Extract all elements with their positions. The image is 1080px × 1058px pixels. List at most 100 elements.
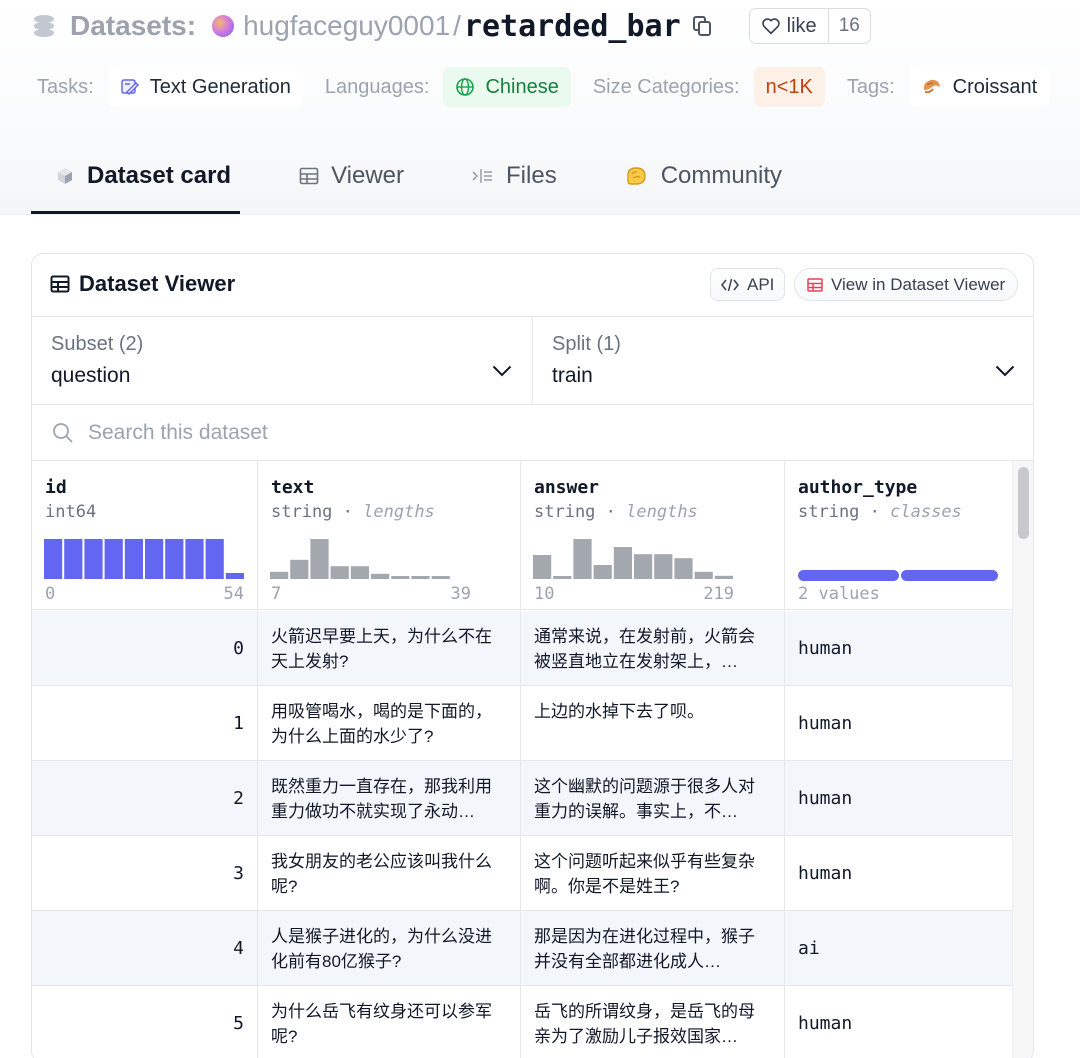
histogram-bar[interactable] [593, 565, 612, 579]
like-button[interactable]: like [750, 9, 828, 43]
tab-community[interactable]: Community [625, 150, 806, 202]
column-header-answer[interactable]: answer string · lengths 10 219 [521, 461, 785, 610]
histogram-bar[interactable] [145, 539, 164, 579]
subset-select[interactable]: Subset (2) question [32, 317, 532, 404]
copy-icon[interactable] [692, 16, 711, 36]
histogram-bar[interactable] [104, 539, 123, 579]
table-row[interactable]: 3 我女朋友的老公应该叫我什么呢? 这个问题听起来似乎有些复杂啊。你是不是姓王? hu… [32, 836, 1012, 911]
histogram-bar[interactable] [124, 539, 143, 579]
cell-id[interactable]: 1 [32, 686, 258, 761]
histogram-bar[interactable] [290, 559, 309, 579]
histogram-bar[interactable] [371, 573, 390, 579]
table-row[interactable]: 5 为什么岳飞有纹身还可以参军呢? 岳飞的所谓纹身，是岳飞的母亲为了激励儿子报效国家… [32, 986, 1012, 1058]
histogram-bar[interactable] [225, 573, 244, 579]
cell-answer[interactable]: 岳飞的所谓纹身，是岳飞的母亲为了激励儿子报效国家… [521, 986, 785, 1058]
column-header-id[interactable]: id int64 0 54 [32, 461, 258, 610]
histogram-bar[interactable] [84, 539, 103, 579]
histogram-bar[interactable] [431, 576, 450, 579]
histogram-bar[interactable] [310, 539, 329, 579]
languages-label: Languages: [324, 75, 430, 98]
split-select[interactable]: Split (1) train [532, 317, 1033, 404]
histogram-bar[interactable] [205, 539, 224, 579]
cell-text[interactable]: 我女朋友的老公应该叫我什么呢? [258, 836, 521, 911]
tab-viewer[interactable]: Viewer [299, 150, 428, 202]
owner-avatar[interactable] [212, 15, 235, 37]
tags-label: Tags: [846, 75, 895, 98]
row-author-type: human [798, 713, 853, 734]
histogram-bar[interactable] [44, 539, 63, 579]
view-in-dataset-viewer-label: View in Dataset Viewer [831, 274, 1006, 294]
cell-text[interactable]: 既然重力一直存在，那我利用重力做功不就实现了永动… [258, 761, 521, 836]
histogram-bar[interactable] [654, 554, 673, 579]
histogram-bar[interactable] [674, 558, 693, 579]
tag-chip[interactable]: Croissant [908, 67, 1050, 107]
scrollbar-thumb[interactable] [1018, 467, 1029, 539]
table-row[interactable]: 4 人是猴子进化的，为什么没进化前有80亿猴子? 那是因为在进化过程中，猴子并没有全… [32, 911, 1012, 986]
column-header-author-type[interactable]: author_type string · classes 2 values [785, 461, 1012, 610]
cell-answer[interactable]: 上边的水掉下去了呗。 [521, 686, 785, 761]
histogram-bar[interactable] [694, 571, 713, 579]
tab-dataset-card[interactable]: Dataset card [31, 150, 255, 202]
cell-answer[interactable]: 这个问题听起来似乎有些复杂啊。你是不是姓王? [521, 836, 785, 911]
api-button[interactable]: API [710, 268, 786, 301]
histogram-bar[interactable] [64, 539, 83, 579]
cell-id[interactable]: 4 [32, 911, 258, 986]
histogram-bar[interactable] [350, 566, 369, 579]
row-answer: 上边的水掉下去了呗。 [534, 702, 704, 721]
cell-author-type[interactable]: human [785, 836, 1012, 911]
column-name: answer [534, 477, 600, 498]
histogram-bar[interactable] [634, 554, 653, 579]
histogram-bar[interactable] [411, 576, 430, 579]
cell-author-type[interactable]: ai [785, 911, 1012, 986]
cell-text[interactable]: 火箭迟早要上天，为什么不在天上发射? [258, 611, 521, 686]
cell-text[interactable]: 为什么岳飞有纹身还可以参军呢? [258, 986, 521, 1058]
text-generation-icon [120, 77, 140, 97]
heart-icon [761, 18, 780, 35]
task-chip[interactable]: Text Generation [107, 67, 303, 107]
histogram-bar[interactable] [714, 575, 733, 579]
view-in-dataset-viewer-button[interactable]: View in Dataset Viewer [794, 268, 1019, 301]
table-row[interactable]: 0 火箭迟早要上天，为什么不在天上发射? 通常来说，在发射前，火箭会被竖直地立在发射… [32, 611, 1012, 686]
cell-answer[interactable]: 通常来说，在发射前，火箭会被竖直地立在发射架上，… [521, 611, 785, 686]
range-min: 7 [271, 584, 282, 604]
cell-id[interactable]: 3 [32, 836, 258, 911]
row-text: 既然重力一直存在，那我利用重力做功不就实现了永动… [271, 777, 492, 821]
cell-id[interactable]: 0 [32, 611, 258, 686]
breadcrumb-owner[interactable]: hugfaceguy0001 [243, 10, 450, 42]
repo-name[interactable]: retarded_bar [464, 9, 681, 44]
histogram-bar[interactable] [613, 547, 632, 579]
column-name: id [45, 477, 67, 498]
tab-viewer-label: Viewer [331, 162, 405, 189]
breadcrumb-separator: / [453, 10, 461, 41]
table-row[interactable]: 1 用吸管喝水，喝的是下面的，为什么上面的水少了? 上边的水掉下去了呗。 human [32, 686, 1012, 761]
cell-text[interactable]: 用吸管喝水，喝的是下面的，为什么上面的水少了? [258, 686, 521, 761]
table-scrollbar[interactable] [1012, 461, 1033, 1058]
cell-author-type[interactable]: human [785, 986, 1012, 1058]
cell-answer[interactable]: 这个幽默的问题源于很多人对重力的误解。事实上，不… [521, 761, 785, 836]
histogram-bar[interactable] [165, 539, 184, 579]
table-row[interactable]: 2 既然重力一直存在，那我利用重力做功不就实现了永动… 这个幽默的问题源于很多人对重… [32, 761, 1012, 836]
histogram-bar[interactable] [391, 576, 410, 579]
cell-author-type[interactable]: human [785, 686, 1012, 761]
tab-files-label: Files [506, 162, 557, 189]
cell-id[interactable]: 2 [32, 761, 258, 836]
search-input[interactable] [88, 420, 688, 445]
column-histogram [44, 539, 244, 579]
histogram-bar[interactable] [330, 566, 349, 579]
cell-author-type[interactable]: human [785, 611, 1012, 686]
like-count[interactable]: 16 [827, 9, 870, 43]
language-chip[interactable]: Chinese [443, 67, 571, 107]
histogram-bar[interactable] [533, 555, 552, 579]
histogram-bar[interactable] [185, 539, 204, 579]
cell-answer[interactable]: 那是因为在进化过程中，猴子并没有全部都进化成人… [521, 911, 785, 986]
tab-files[interactable]: Files [472, 150, 581, 202]
cell-text[interactable]: 人是猴子进化的，为什么没进化前有80亿猴子? [258, 911, 521, 986]
column-header-text[interactable]: text string · lengths 7 39 [258, 461, 521, 610]
histogram-bar[interactable] [553, 576, 572, 579]
breadcrumb-root[interactable]: Datasets: [70, 10, 196, 42]
histogram-bar[interactable] [270, 571, 289, 579]
cell-id[interactable]: 5 [32, 986, 258, 1058]
size-chip[interactable]: n<1K [753, 67, 825, 107]
cell-author-type[interactable]: human [785, 761, 1012, 836]
histogram-bar[interactable] [573, 539, 592, 579]
